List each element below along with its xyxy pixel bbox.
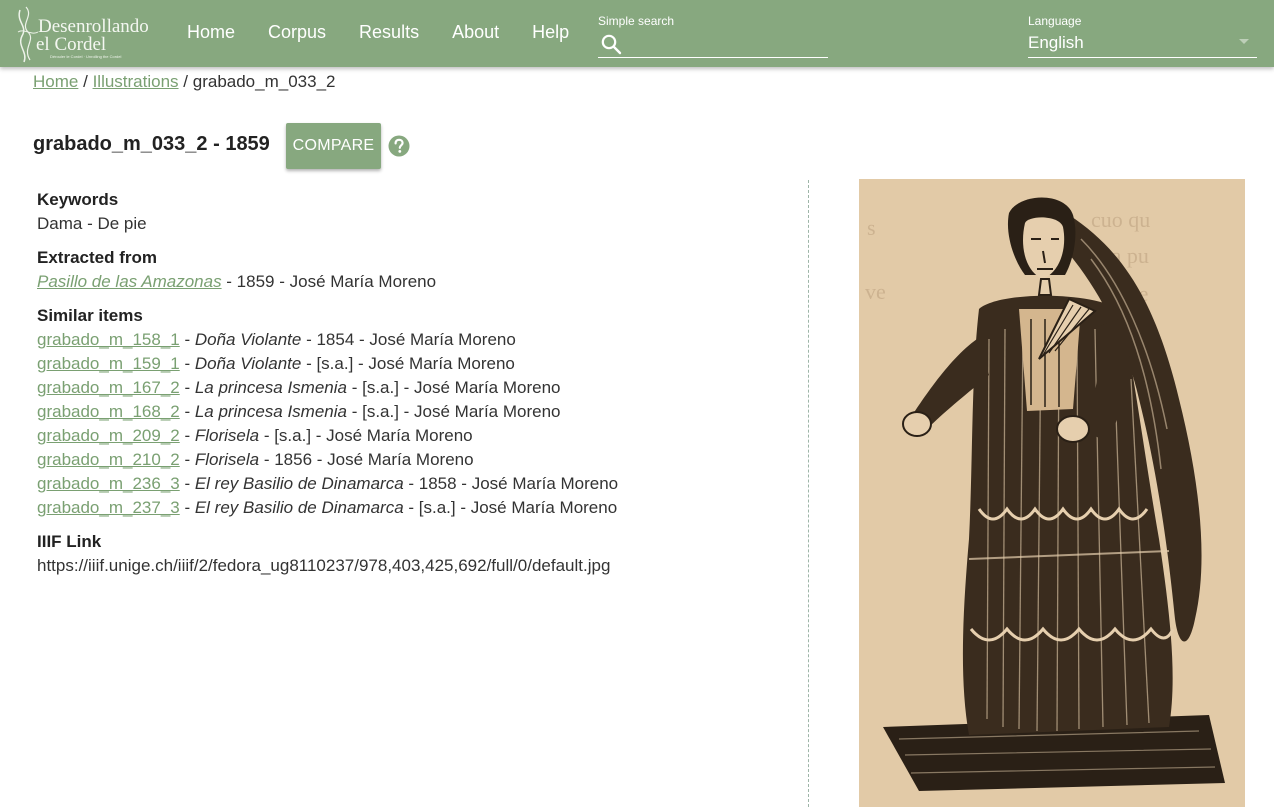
list-item: grabado_m_209_2 - Florisela - [s.a.] - J… bbox=[37, 426, 473, 445]
svg-text:cuo qu: cuo qu bbox=[1091, 207, 1150, 232]
extracted-from-section: Extracted from Pasillo de las Amazonas -… bbox=[37, 248, 777, 296]
list-item: grabado_m_167_2 - La princesa Ismenia - … bbox=[37, 378, 561, 397]
extracted-from-value: Pasillo de las Amazonas - 1859 - José Ma… bbox=[37, 272, 437, 291]
keywords-heading: Keywords bbox=[37, 190, 119, 209]
similar-item-link[interactable]: grabado_m_159_1 bbox=[37, 354, 180, 373]
language-value[interactable]: English bbox=[1028, 33, 1084, 53]
breadcrumb-home[interactable]: Home bbox=[33, 72, 78, 91]
nav-results[interactable]: Results bbox=[359, 21, 419, 43]
iiif-url: https://iiif.unige.ch/iiif/2/fedora_ug81… bbox=[37, 556, 611, 575]
similar-item-link[interactable]: grabado_m_236_3 bbox=[37, 474, 180, 493]
language-label: Language bbox=[1028, 14, 1082, 28]
column-divider bbox=[808, 180, 809, 807]
breadcrumb-current: grabado_m_033_2 bbox=[192, 72, 336, 91]
caret-down-icon[interactable] bbox=[1239, 39, 1249, 44]
search-label: Simple search bbox=[598, 14, 675, 28]
nav-home[interactable]: Home bbox=[187, 21, 235, 43]
keywords-value: Dama - De pie bbox=[37, 214, 147, 233]
main-nav: Home Corpus Results About Help bbox=[187, 21, 602, 43]
similar-item-link[interactable]: grabado_m_167_2 bbox=[37, 378, 180, 397]
illustration-metadata: Keywords Dama - De pie Extracted from Pa… bbox=[37, 190, 777, 590]
page-title: grabado_m_033_2 - 1859 bbox=[33, 133, 270, 155]
question-icon[interactable] bbox=[388, 135, 410, 157]
list-item: grabado_m_236_3 - El rey Basilio de Dina… bbox=[37, 474, 619, 493]
similar-item-link[interactable]: grabado_m_158_1 bbox=[37, 330, 180, 349]
svg-text:ve: ve bbox=[865, 279, 886, 304]
extracted-from-heading: Extracted from bbox=[37, 248, 157, 267]
simple-search: Simple search bbox=[598, 13, 828, 58]
similar-item-link[interactable]: grabado_m_237_3 bbox=[37, 498, 180, 517]
similar-items-section: Similar items grabado_m_158_1 - Doña Vio… bbox=[37, 306, 777, 522]
search-input[interactable] bbox=[628, 33, 824, 55]
svg-text:s: s bbox=[867, 215, 876, 240]
compare-button[interactable]: COMPARE bbox=[286, 123, 381, 169]
list-item: grabado_m_168_2 - La princesa Ismenia - … bbox=[37, 402, 561, 421]
keywords-section: Keywords Dama - De pie bbox=[37, 190, 777, 238]
list-item: grabado_m_159_1 - Doña Violante - [s.a.]… bbox=[37, 354, 515, 373]
list-item: grabado_m_237_3 - El rey Basilio de Dina… bbox=[37, 498, 618, 517]
breadcrumb-separator: / bbox=[83, 72, 88, 91]
list-item: grabado_m_158_1 - Doña Violante - 1854 -… bbox=[37, 330, 516, 349]
nav-about[interactable]: About bbox=[452, 21, 499, 43]
cordel-logo-icon: Desenrollando el Cordel Dérouler le Cord… bbox=[17, 6, 149, 63]
site-logo[interactable]: Desenrollando el Cordel Dérouler le Cord… bbox=[14, 2, 152, 65]
nav-help[interactable]: Help bbox=[532, 21, 569, 43]
woodcut-lady-figure: cuo qu rra pu es ce s ve bbox=[859, 179, 1245, 807]
similar-item-link[interactable]: grabado_m_209_2 bbox=[37, 426, 180, 445]
breadcrumb-illustrations[interactable]: Illustrations bbox=[93, 72, 179, 91]
language-select[interactable]: Language English bbox=[1028, 13, 1257, 58]
similar-item-link[interactable]: grabado_m_168_2 bbox=[37, 402, 180, 421]
illustration-image[interactable]: cuo qu rra pu es ce s ve bbox=[859, 179, 1245, 807]
breadcrumb: Home / Illustrations / grabado_m_033_2 bbox=[33, 72, 335, 92]
iiif-section: IIIF Link https://iiif.unige.ch/iiif/2/f… bbox=[37, 532, 777, 580]
iiif-heading: IIIF Link bbox=[37, 532, 102, 551]
nav-corpus[interactable]: Corpus bbox=[268, 21, 326, 43]
breadcrumb-separator: / bbox=[183, 72, 189, 91]
similar-items-heading: Similar items bbox=[37, 306, 143, 325]
list-item: grabado_m_210_2 - Florisela - 1856 - Jos… bbox=[37, 450, 474, 469]
similar-item-link[interactable]: grabado_m_210_2 bbox=[37, 450, 180, 469]
top-navigation-bar: Desenrollando el Cordel Dérouler le Cord… bbox=[0, 0, 1274, 67]
svg-text:Dérouler le Cordel · Unrolling: Dérouler le Cordel · Unrolling the Corde… bbox=[50, 54, 121, 59]
svg-text:el Cordel: el Cordel bbox=[36, 34, 106, 55]
source-title-link[interactable]: Pasillo de las Amazonas bbox=[37, 272, 222, 291]
search-icon[interactable] bbox=[600, 33, 622, 55]
